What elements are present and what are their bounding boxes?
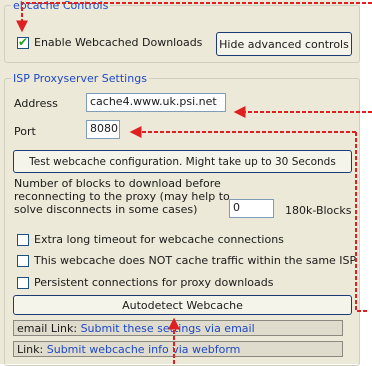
arrow-to-enable-checkbox (16, 2, 372, 33)
arrow-port-vertical (355, 132, 367, 312)
annotation-arrows (16, 2, 372, 364)
